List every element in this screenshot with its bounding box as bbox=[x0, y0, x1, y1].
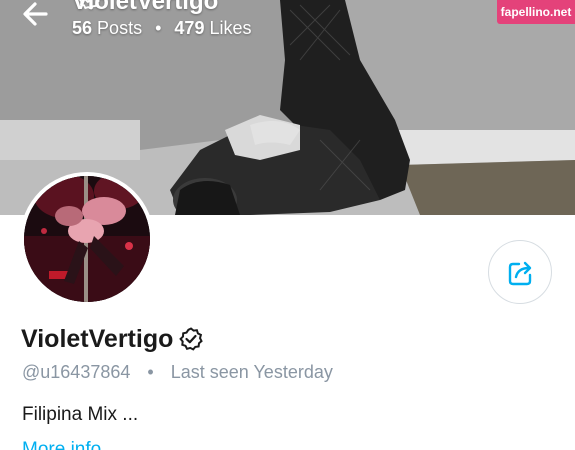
arrow-left-icon bbox=[23, 2, 48, 26]
watermark: fapellino.net bbox=[497, 0, 575, 24]
subline-separator: • bbox=[147, 362, 154, 382]
stats-separator: • bbox=[155, 18, 162, 38]
posts-label: Posts bbox=[97, 18, 143, 38]
profile-display-name: VioletVertigo bbox=[21, 322, 204, 356]
profile-subline: @u16437864 • Last seen Yesterday bbox=[22, 360, 333, 384]
likes-label: Likes bbox=[209, 18, 252, 38]
username: @u16437864 bbox=[22, 362, 131, 382]
verified-badge-icon bbox=[179, 327, 204, 351]
avatar-photo bbox=[24, 176, 150, 302]
display-name-text: VioletVertigo bbox=[21, 325, 174, 353]
header-title: VioletVertigo bbox=[72, 0, 218, 16]
profile-bio: Filipina Mix ... bbox=[22, 404, 139, 425]
share-icon bbox=[508, 261, 532, 286]
verified-badge-icon bbox=[79, 0, 100, 10]
avatar[interactable] bbox=[20, 172, 154, 306]
header-stats: 56 Posts • 479 Likes bbox=[72, 16, 252, 40]
share-button[interactable] bbox=[488, 240, 552, 304]
last-seen: Last seen Yesterday bbox=[170, 362, 333, 382]
profile-page: VioletVertigo 56 Posts • 479 Likes fapel… bbox=[0, 0, 575, 450]
back-button[interactable] bbox=[18, 0, 58, 34]
posts-count: 56 bbox=[72, 18, 93, 38]
likes-count: 479 bbox=[174, 18, 205, 38]
avatar-image bbox=[24, 176, 150, 302]
more-info-link[interactable]: More info bbox=[22, 438, 101, 450]
